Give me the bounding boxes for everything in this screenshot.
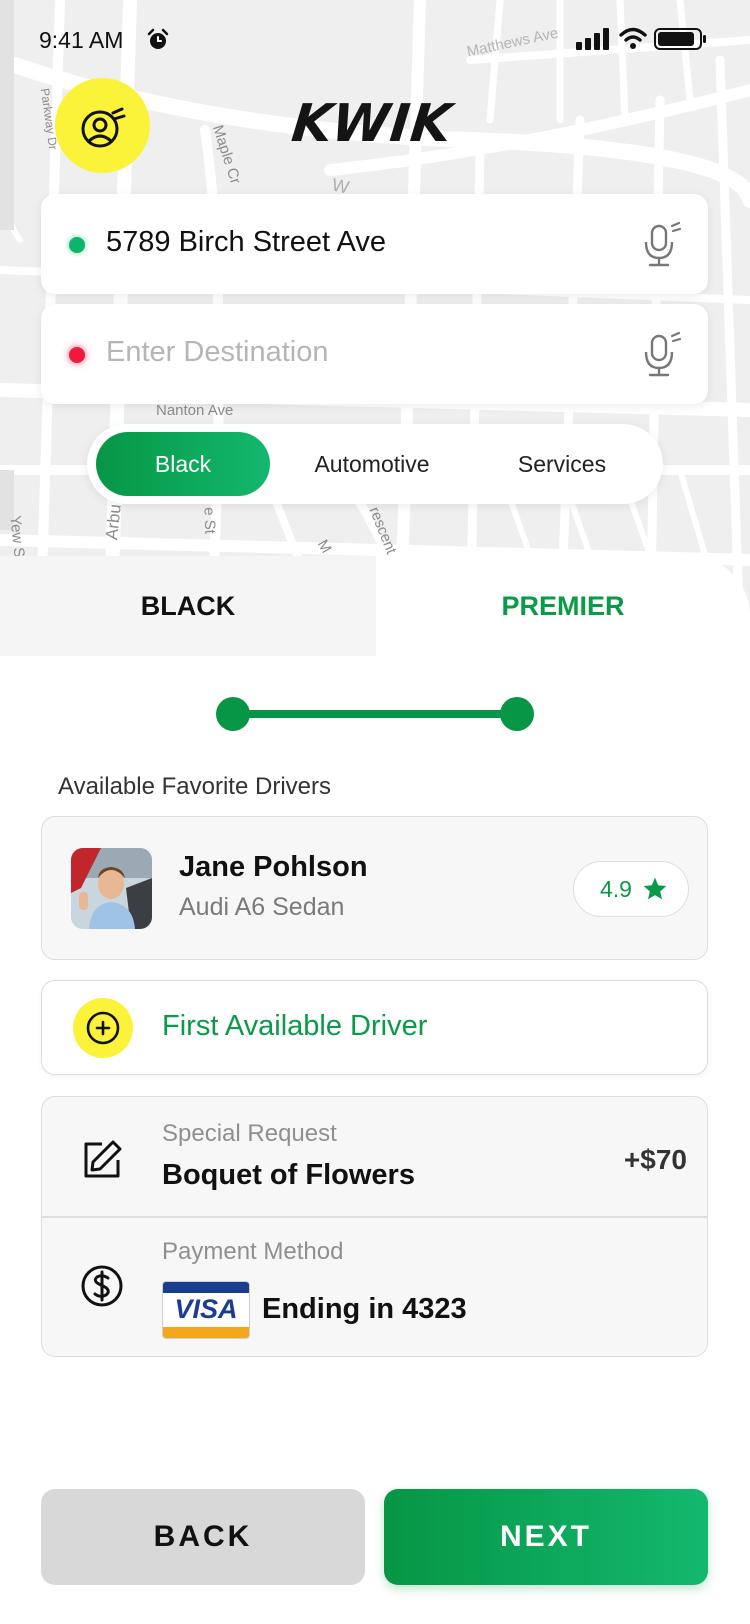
category-services[interactable]: Services [472, 432, 652, 496]
cellular-signal-icon [576, 28, 609, 50]
status-time: 9:41 AM [39, 27, 124, 53]
driver-photo [71, 848, 152, 929]
destination-field[interactable]: Enter Destination [41, 304, 708, 404]
pickup-field[interactable]: 5789 Birch Street Ave [41, 194, 708, 294]
destination-dot-icon [69, 347, 85, 363]
range-slider-track[interactable] [232, 710, 518, 718]
dollar-circle-icon [81, 1265, 123, 1307]
back-button[interactable]: BACK [41, 1489, 365, 1585]
driver-vehicle: Audi A6 Sedan [179, 893, 345, 921]
brand-logo: KWIK [288, 94, 456, 154]
ride-details-card: Special Request Boquet of Flowers +$70 P… [41, 1096, 708, 1357]
tab-premier[interactable]: PREMIER [376, 556, 750, 656]
category-black[interactable]: Black [96, 432, 270, 496]
alarm-icon [147, 28, 169, 49]
pickup-dot-icon [69, 237, 85, 253]
payment-card-ending[interactable]: Ending in 4323 [262, 1293, 467, 1326]
special-request-value[interactable]: Boquet of Flowers [162, 1159, 415, 1192]
driver-rating-badge: 4.9 [573, 861, 689, 917]
next-button[interactable]: NEXT [384, 1489, 708, 1585]
rating-value: 4.9 [600, 876, 632, 902]
microphone-icon[interactable] [642, 220, 682, 268]
street-label: Arbu [102, 503, 125, 541]
microphone-icon[interactable] [642, 330, 682, 378]
tab-black[interactable]: BLACK [0, 556, 376, 656]
profile-button[interactable] [55, 78, 150, 173]
pickup-address[interactable]: 5789 Birch Street Ave [106, 226, 386, 259]
range-slider-handle-right[interactable] [500, 697, 534, 731]
favorite-drivers-label: Available Favorite Drivers [58, 773, 331, 800]
range-slider-handle-left[interactable] [216, 697, 250, 731]
payment-method-label: Payment Method [162, 1238, 344, 1265]
divider [42, 1216, 707, 1218]
category-automotive[interactable]: Automotive [282, 432, 462, 496]
add-circle-badge [73, 998, 133, 1058]
visa-stripe-bottom [163, 1327, 249, 1338]
plus-circle-icon [86, 1011, 120, 1045]
driver-avatar [71, 848, 152, 929]
favorite-driver-card[interactable]: Jane Pohlson Audi A6 Sedan 4.9 [41, 816, 708, 960]
destination-input[interactable]: Enter Destination [106, 336, 328, 369]
driver-name: Jane Pohlson [179, 851, 368, 883]
wifi-icon [619, 27, 647, 49]
visa-brand: VISA [174, 1294, 238, 1324]
status-bar: 9:41 AM [0, 0, 750, 80]
user-voice-icon [81, 107, 125, 147]
category-switch: Black Automotive Services [87, 424, 663, 504]
battery-icon [654, 28, 706, 50]
street-label: Nanton Ave [156, 402, 234, 419]
edit-icon[interactable] [80, 1138, 124, 1182]
first-available-driver-option[interactable]: First Available Driver [41, 980, 708, 1075]
first-available-label: First Available Driver [162, 1010, 428, 1042]
star-icon [643, 877, 667, 900]
special-request-price: +$70 [623, 1144, 687, 1175]
street-label: e St [200, 506, 219, 535]
visa-stripe-top [163, 1282, 249, 1293]
special-request-label: Special Request [162, 1120, 337, 1147]
visa-card-logo: VISA [162, 1281, 250, 1339]
